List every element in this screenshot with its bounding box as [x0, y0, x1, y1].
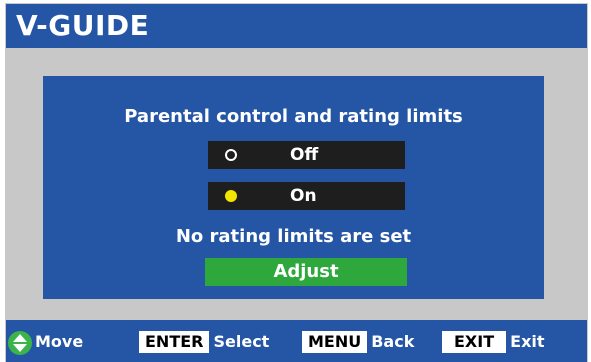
option-on[interactable]: On	[208, 182, 405, 210]
radio-off-icon	[225, 149, 237, 161]
enter-label: Select	[213, 332, 270, 351]
move-label: Move	[35, 332, 84, 351]
exit-label: Exit	[510, 332, 545, 351]
option-off[interactable]: Off	[208, 141, 405, 169]
exit-key: EXIT	[442, 331, 507, 353]
adjust-button[interactable]: Adjust	[205, 258, 407, 286]
up-down-arrows-icon	[8, 330, 32, 355]
option-off-label: Off	[290, 145, 319, 165]
footer-bar: Move ENTER Select MENU Back EXIT Exit	[6, 320, 587, 362]
tv-screen: V-GUIDE Parental control and rating limi…	[5, 3, 588, 362]
option-on-label: On	[290, 186, 317, 206]
footer-menu: MENU Back	[302, 330, 414, 354]
footer-exit: EXIT Exit	[442, 330, 545, 354]
footer-move: Move	[8, 330, 84, 355]
dialog-title: Parental control and rating limits	[124, 106, 463, 127]
radio-on-icon	[225, 190, 237, 202]
footer-enter: ENTER Select	[139, 330, 269, 354]
rating-status-text: No rating limits are set	[175, 226, 412, 247]
header-title: V-GUIDE	[6, 4, 587, 48]
enter-key: ENTER	[139, 331, 210, 353]
parental-control-dialog: Parental control and rating limits Off O…	[43, 76, 544, 299]
menu-key: MENU	[302, 331, 368, 353]
menu-label: Back	[371, 332, 415, 351]
body-area: Parental control and rating limits Off O…	[6, 48, 587, 320]
